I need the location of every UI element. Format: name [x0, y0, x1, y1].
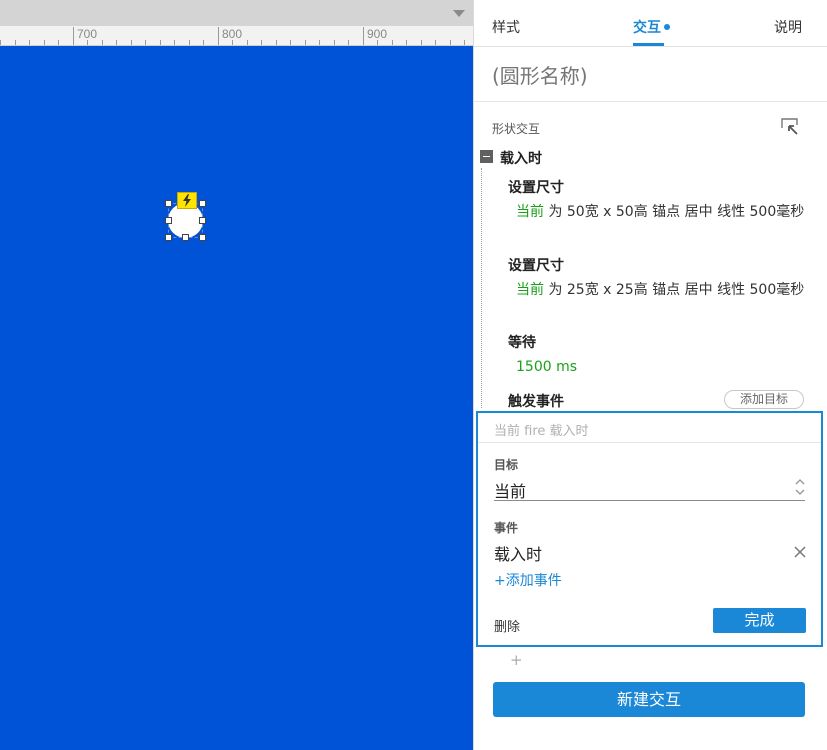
ruler-tick	[116, 40, 117, 45]
action-title[interactable]: 设置尺寸	[508, 177, 564, 197]
ruler-tick	[261, 40, 262, 45]
tree-line	[481, 168, 482, 408]
lightning-bolt-icon[interactable]	[177, 192, 197, 209]
add-target-button[interactable]: 添加目标	[724, 390, 804, 409]
expand-panel-icon[interactable]	[780, 117, 800, 137]
resize-handle-bottom-right[interactable]	[199, 234, 206, 241]
ruler-tick	[102, 40, 103, 45]
ruler-tick	[435, 40, 436, 45]
action-target: 当前	[516, 204, 544, 220]
shape-name-input[interactable]	[492, 61, 812, 91]
active-dot-icon	[664, 24, 670, 30]
design-canvas[interactable]: 700 800 900	[0, 0, 473, 750]
tab-interaction-label: 交互	[633, 20, 661, 36]
wait-value[interactable]: 1500 ms	[516, 357, 811, 378]
inspector-panel: 样式 交互 说明 形状交互 载入时 设置尺寸 当前 为 50宽 x 50高 锚点…	[473, 0, 827, 750]
ruler-tick	[29, 40, 30, 45]
ruler-tick	[218, 27, 219, 45]
done-button[interactable]: 完成	[713, 608, 806, 633]
ruler-tick	[247, 40, 248, 45]
ruler-tick	[58, 40, 59, 45]
ruler-tick	[73, 27, 74, 45]
tab-style[interactable]: 样式	[492, 17, 520, 37]
action-description[interactable]: 当前 为 25宽 x 25高 锚点 居中 线性 500毫秒	[516, 280, 811, 301]
ruler-label: 800	[222, 27, 243, 41]
ruler-tick	[421, 40, 422, 45]
editor-summary: 当前 fire 载入时	[494, 424, 589, 439]
resize-handle-top-right[interactable]	[199, 200, 206, 207]
ruler-tick	[189, 40, 190, 45]
ruler-tick	[0, 40, 1, 45]
ruler-tick	[145, 40, 146, 45]
horizontal-ruler: 700 800 900	[0, 26, 473, 46]
ruler-tick	[334, 40, 335, 45]
action-target: 当前	[516, 282, 544, 298]
ruler-tick	[276, 40, 277, 45]
event-value: 载入时	[494, 545, 543, 564]
ruler-tick	[131, 40, 132, 45]
ruler-label: 700	[77, 27, 98, 41]
active-tab-indicator	[633, 43, 664, 46]
ruler-tick	[305, 40, 306, 45]
ruler-tick	[87, 40, 88, 45]
select-arrows-icon[interactable]	[794, 477, 806, 497]
ruler-tick	[363, 27, 364, 45]
new-interaction-button[interactable]: 新建交互	[493, 682, 805, 717]
ruler-tick	[15, 40, 16, 45]
ruler-tick	[450, 40, 451, 45]
tab-notes[interactable]: 说明	[774, 17, 802, 37]
dropdown-arrow-icon[interactable]	[453, 10, 465, 17]
action-title[interactable]: 设置尺寸	[508, 255, 564, 275]
ruler-tick	[44, 40, 45, 45]
inspector-tabs: 样式 交互 说明	[474, 0, 827, 47]
section-label: 形状交互	[492, 122, 541, 136]
ruler-tick	[290, 40, 291, 45]
close-icon[interactable]	[794, 543, 806, 558]
action-title[interactable]: 等待	[508, 332, 536, 352]
tab-interaction[interactable]: 交互	[633, 17, 670, 37]
resize-handle-bottom[interactable]	[182, 234, 189, 241]
action-detail: 为 25宽 x 25高 锚点 居中 线性 500毫秒	[544, 282, 805, 298]
target-select[interactable]: 当前	[494, 478, 526, 502]
delete-button[interactable]: 删除	[494, 616, 520, 635]
ruler-tick	[377, 40, 378, 45]
action-title[interactable]: 触发事件	[508, 391, 564, 411]
ruler-tick	[203, 40, 204, 45]
ruler-tick	[348, 40, 349, 45]
event-name[interactable]: 载入时	[500, 148, 542, 168]
ruler-tick	[174, 40, 175, 45]
action-detail: 为 50宽 x 50高 锚点 居中 线性 500毫秒	[544, 204, 805, 220]
ruler-tick	[392, 40, 393, 45]
ruler-tick	[406, 40, 407, 45]
fire-event-editor: 当前 fire 载入时 目标 当前 事件 载入时 +添加事件 删除 完成	[476, 411, 823, 647]
add-case-icon[interactable]: +	[510, 651, 523, 669]
select-underline	[494, 500, 805, 501]
resize-handle-left[interactable]	[165, 217, 172, 224]
resize-handle-bottom-left[interactable]	[165, 234, 172, 241]
ruler-tick	[160, 40, 161, 45]
ruler-label: 900	[367, 27, 388, 41]
resize-handle-right[interactable]	[199, 217, 206, 224]
resize-handle-top-left[interactable]	[165, 200, 172, 207]
collapse-icon[interactable]	[480, 150, 493, 163]
ruler-tick	[232, 40, 233, 45]
target-label: 目标	[494, 458, 519, 472]
action-description[interactable]: 当前 为 50宽 x 50高 锚点 居中 线性 500毫秒	[516, 202, 811, 223]
divider	[474, 101, 827, 102]
canvas-top-strip	[0, 0, 473, 26]
event-label: 事件	[494, 521, 519, 535]
add-event-link[interactable]: +添加事件	[494, 570, 562, 590]
ruler-tick	[319, 40, 320, 45]
divider	[478, 442, 821, 443]
ruler-tick	[464, 40, 465, 45]
